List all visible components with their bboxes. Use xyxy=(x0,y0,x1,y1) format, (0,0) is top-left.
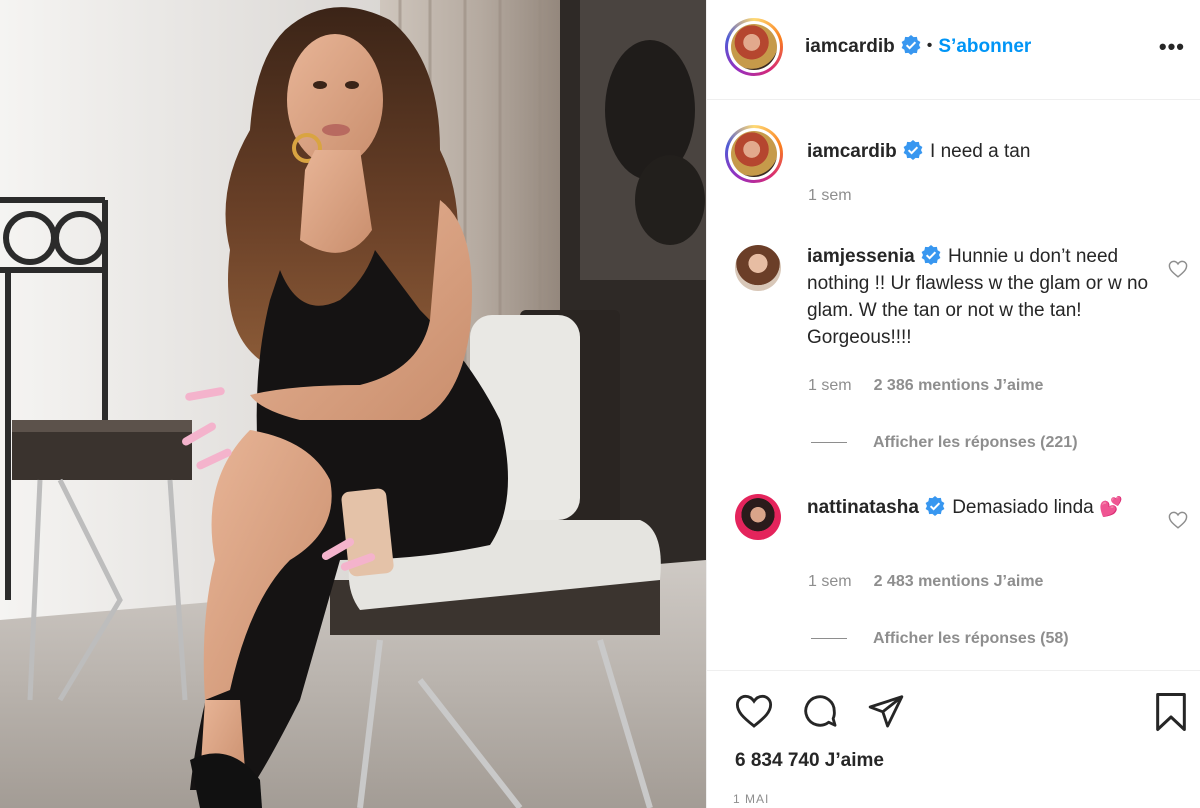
comment-likes[interactable]: 2 386 mentions J’aime xyxy=(874,377,1044,394)
heart-icon[interactable] xyxy=(735,693,773,729)
actions-divider xyxy=(707,670,1200,671)
verified-badge-icon xyxy=(921,245,941,265)
share-icon[interactable] xyxy=(867,692,905,730)
bookmark-icon[interactable] xyxy=(1153,692,1189,732)
caption-username[interactable]: iamcardib xyxy=(807,141,897,162)
verified-badge-icon xyxy=(903,140,923,160)
caption-text: I need a tan xyxy=(930,141,1031,162)
comment-username[interactable]: iamjessenia xyxy=(807,246,915,267)
caption-avatar[interactable] xyxy=(725,125,783,183)
view-replies-button[interactable]: Afficher les réponses (221) xyxy=(811,434,1078,452)
post-photo-illustration xyxy=(0,0,706,808)
comment-text: Demasiado linda 💕 xyxy=(952,497,1123,518)
like-comment-heart-icon[interactable] xyxy=(1168,260,1188,278)
replies-divider xyxy=(811,442,847,444)
post-photo[interactable] xyxy=(0,0,706,808)
post-date[interactable]: 1 MAI xyxy=(733,792,769,806)
comment-time[interactable]: 1 sem xyxy=(808,377,852,394)
more-horizontal-icon[interactable]: ••• xyxy=(1159,34,1185,60)
caption-time[interactable]: 1 sem xyxy=(808,187,852,205)
post-side-panel: iamcardib • S’abonner ••• iamcardib I need… xyxy=(706,0,1200,808)
likes-count[interactable]: 6 834 740 J’aime xyxy=(735,750,884,772)
verified-badge-icon xyxy=(901,35,921,55)
comment-username[interactable]: nattinatasha xyxy=(807,497,919,518)
view-replies-label: Afficher les réponses (221) xyxy=(873,434,1078,451)
header-username[interactable]: iamcardib xyxy=(805,36,895,57)
comment-likes[interactable]: 2 483 mentions J’aime xyxy=(874,573,1044,590)
replies-divider xyxy=(811,638,847,640)
verified-badge-icon xyxy=(925,496,945,516)
post-header: iamcardib • S’abonner ••• xyxy=(707,0,1200,100)
follow-button[interactable]: S’abonner xyxy=(938,36,1031,57)
author-avatar[interactable] xyxy=(725,18,783,76)
commenter-avatar[interactable] xyxy=(735,494,781,540)
like-comment-heart-icon[interactable] xyxy=(1168,511,1188,529)
commenter-avatar[interactable] xyxy=(735,245,781,291)
comment-time[interactable]: 1 sem xyxy=(808,573,852,590)
view-replies-button[interactable]: Afficher les réponses (58) xyxy=(811,630,1069,648)
view-replies-label: Afficher les réponses (58) xyxy=(873,630,1069,647)
separator-dot: • xyxy=(926,37,933,54)
comment-icon[interactable] xyxy=(801,692,839,730)
